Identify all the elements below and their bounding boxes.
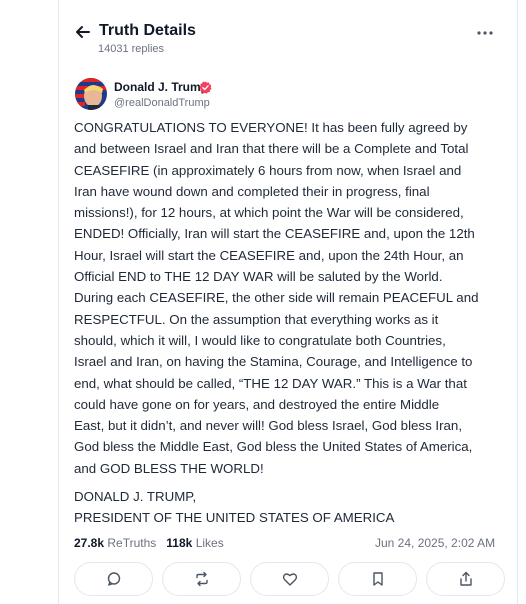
comment-icon: [107, 572, 120, 586]
page-title: Truth Details: [99, 22, 196, 39]
author-name[interactable]: Donald J. Trump: [114, 80, 208, 94]
more-options-icon[interactable]: [473, 25, 497, 41]
post-line: missions!), for 12 hours, at which point…: [74, 205, 464, 221]
back-arrow-icon[interactable]: [73, 22, 93, 42]
share-icon: [459, 571, 472, 586]
post-line: should, which it will, I would like to c…: [74, 332, 446, 348]
retruths-label[interactable]: ReTruths: [107, 536, 156, 550]
post-line: and between Israel and Iran that there w…: [74, 141, 469, 157]
post-signature: DONALD J. TRUMP, PRESIDENT OF THE UNITED…: [74, 486, 506, 529]
bookmark-icon: [372, 572, 383, 586]
signature-line: PRESIDENT OF THE UNITED STATES OF AMERIC…: [74, 510, 395, 526]
post-line: Israel and Iran, on having the Stamina, …: [74, 354, 473, 370]
post-timestamp: Jun 24, 2025, 2:02 AM: [375, 536, 496, 550]
reply-button[interactable]: [74, 562, 153, 596]
post-line: could have gone on for years, and destro…: [74, 396, 440, 412]
retruths-count[interactable]: 27.8k: [74, 536, 104, 550]
likes-label[interactable]: Likes: [196, 536, 224, 550]
share-button[interactable]: [426, 562, 505, 596]
post-line: Official END to THE 12 DAY WAR will be s…: [74, 269, 443, 285]
post-line: RESPECTFUL. On the assumption that every…: [74, 311, 439, 327]
post-line: ENDED! Officially, Iran will start the C…: [74, 226, 475, 242]
author-handle[interactable]: @realDonaldTrump: [114, 97, 210, 109]
page-header: Truth Details 14031 replies: [59, 0, 517, 66]
right-border: [517, 0, 518, 604]
post-line: CEASEFIRE (in approximately 6 hours from…: [74, 162, 462, 178]
replies-count: 14031 replies: [98, 43, 165, 55]
post-line: During each CEASEFIRE, the other side wi…: [74, 290, 479, 306]
post-line: CONGRATULATIONS TO EVERYONE! It has been…: [74, 120, 468, 135]
signature-line: DONALD J. TRUMP,: [74, 489, 197, 504]
repost-icon: [195, 571, 208, 587]
retruth-button[interactable]: [162, 562, 241, 596]
bookmark-button[interactable]: [338, 562, 417, 596]
verified-badge-icon: [199, 81, 212, 94]
post-line: East, but it didn’t, and never will! God…: [74, 418, 463, 434]
post-line: and GOD BLESS THE WORLD!: [74, 460, 264, 476]
avatar[interactable]: [75, 78, 107, 110]
post-stats: 27.8k ReTruths 118k Likes: [74, 536, 224, 550]
post-body: CONGRATULATIONS TO EVERYONE! It has been…: [74, 117, 506, 479]
left-border: [58, 0, 59, 604]
action-bar: [74, 562, 506, 596]
post-line: Hour, Israel will start the CEASEFIRE an…: [74, 247, 464, 263]
like-button[interactable]: [250, 562, 329, 596]
post-line: Iran have wound down and completed their…: [74, 183, 430, 199]
post-line: God bless the Middle East, God bless the…: [74, 439, 473, 455]
likes-count[interactable]: 118k: [166, 536, 192, 550]
post-line: end, what should be called, “THE 12 DAY …: [74, 375, 467, 391]
heart-icon: [282, 573, 297, 586]
